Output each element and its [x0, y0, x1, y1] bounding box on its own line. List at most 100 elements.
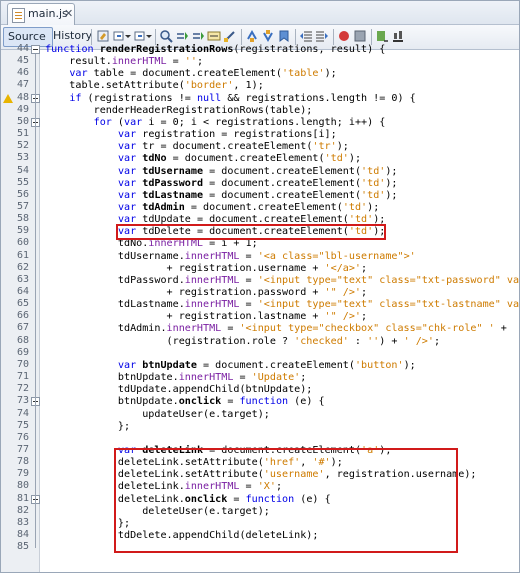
highlight-box-delete-link [114, 448, 458, 553]
fold-guide-line [35, 406, 36, 427]
editor-window: main.js ✕ Source History 44 45 46 47 48 … [0, 0, 520, 573]
line-number: 71 [16, 371, 29, 383]
line-number: 63 [16, 273, 29, 285]
code-line[interactable]: var tdUsername = document.createElement(… [45, 165, 398, 178]
code-line[interactable]: table.setAttribute('border', 1); [45, 79, 264, 92]
line-number: 74 [16, 407, 29, 419]
code-line[interactable]: var tdLastname = document.createElement(… [45, 189, 398, 202]
line-number: 56 [16, 188, 29, 200]
line-number: 52 [16, 140, 29, 152]
line-number: 80 [16, 480, 29, 492]
code-line[interactable]: tdLastname.innerHTML = '<input type="tex… [45, 298, 519, 311]
code-line[interactable]: if (registrations != null && registratio… [45, 92, 415, 105]
code-line[interactable]: function renderRegistrationRows(registra… [45, 43, 385, 56]
line-number: 47 [16, 79, 29, 91]
line-number: 45 [16, 55, 29, 67]
editor-tab-strip: main.js ✕ [1, 1, 519, 25]
line-number: 82 [16, 504, 29, 516]
line-number: 49 [16, 103, 29, 115]
code-line[interactable]: btnUpdate.innerHTML = 'Update'; [45, 371, 306, 384]
back-icon[interactable] [112, 29, 126, 43]
fold-toggle-icon[interactable] [31, 45, 40, 54]
stop-macro-recording-icon[interactable] [353, 29, 367, 43]
code-line[interactable]: updateUser(e.target); [45, 408, 270, 421]
line-number: 67 [16, 322, 29, 334]
code-line[interactable]: + registration.password + '" />'; [45, 286, 368, 299]
line-number: 85 [16, 541, 29, 553]
code-line[interactable]: var tdNo = document.createElement('td'); [45, 152, 361, 165]
line-number: 58 [16, 213, 29, 225]
shift-left-icon[interactable] [299, 29, 313, 43]
back-dropdown-icon[interactable] [125, 29, 131, 43]
code-line[interactable]: tdPassword.innerHTML = '<input type="tex… [45, 274, 519, 287]
line-number: 68 [16, 334, 29, 346]
fold-guide-line [35, 503, 36, 524]
close-tab-icon[interactable]: ✕ [64, 7, 73, 20]
line-number: 59 [16, 225, 29, 237]
line-number: 78 [16, 456, 29, 468]
code-line[interactable]: var tdAdmin = document.createElement('td… [45, 201, 379, 214]
code-line[interactable]: var registration = registrations[i]; [45, 128, 337, 141]
code-line[interactable]: var table = document.createElement('tabl… [45, 67, 336, 80]
line-number: 50 [16, 115, 29, 127]
line-number: 77 [16, 443, 29, 455]
line-number: 60 [16, 237, 29, 249]
line-number: 64 [16, 286, 29, 297]
code-line[interactable]: btnUpdate.onclick = function (e) { [45, 395, 325, 408]
line-number: 66 [16, 310, 29, 322]
line-number: 44 [16, 43, 29, 54]
code-line[interactable]: tdAdmin.innerHTML = '<input type="checkb… [45, 322, 507, 335]
find-icon[interactable] [159, 29, 173, 43]
shift-right-icon[interactable] [315, 29, 329, 43]
line-number: 61 [16, 249, 29, 261]
forward-dropdown-icon[interactable] [146, 29, 152, 43]
js-file-icon [12, 8, 25, 23]
line-number-gutter: 44 45 46 47 48 49 50 51 52 53 54 55 56 57 58 59 60 61 62 63… [1, 43, 40, 572]
next-bookmark-icon[interactable] [261, 29, 275, 43]
line-number: 53 [16, 152, 29, 164]
line-number: 81 [16, 492, 29, 504]
line-number: 70 [16, 358, 29, 370]
comment-icon[interactable] [375, 29, 389, 43]
code-line[interactable]: tdUsername.innerHTML = '<a class="lbl-us… [45, 250, 416, 263]
find-previous-icon[interactable] [175, 29, 189, 43]
line-number: 84 [16, 529, 29, 540]
line-number: 51 [16, 128, 29, 140]
start-macro-recording-icon[interactable] [337, 29, 351, 43]
line-number: 83 [16, 516, 29, 528]
line-number: 72 [16, 383, 29, 395]
code-line[interactable]: renderHeaderRegistrationRows(table); [45, 104, 313, 117]
code-line[interactable]: + registration.username + '</a>'; [45, 262, 368, 275]
line-number: 76 [16, 431, 29, 443]
code-line[interactable]: result.innerHTML = ''; [45, 55, 203, 68]
code-line[interactable]: }; [45, 420, 130, 433]
line-number: 73 [16, 395, 29, 407]
line-number: 75 [16, 419, 29, 431]
code-line[interactable]: (registration.role ? 'checked' : '') + '… [45, 335, 441, 348]
previous-bookmark-icon[interactable] [245, 29, 259, 43]
line-number: 79 [16, 468, 29, 480]
line-number: 54 [16, 164, 29, 176]
file-tab-main-js[interactable]: main.js ✕ [7, 3, 75, 25]
code-line[interactable]: tdUpdate.appendChild(btnUpdate); [45, 383, 312, 396]
line-number: 57 [16, 200, 29, 212]
uncomment-icon[interactable] [391, 29, 405, 43]
code-line[interactable]: var tr = document.createElement('tr'); [45, 140, 349, 153]
highlight-box-tddelete [116, 224, 386, 240]
find-selection-icon[interactable] [207, 29, 221, 43]
code-line[interactable]: for (var i = 0; i < registrations.length… [45, 116, 386, 129]
forward-icon[interactable] [133, 29, 147, 43]
code-line[interactable]: var tdPassword = document.createElement(… [45, 177, 398, 190]
line-number: 69 [16, 346, 29, 358]
toggle-bookmark-icon[interactable] [277, 29, 291, 43]
line-number: 55 [16, 176, 29, 188]
line-number: 46 [16, 67, 29, 79]
toggle-highlight-icon[interactable] [223, 29, 237, 43]
line-number: 65 [16, 298, 29, 310]
line-number: 62 [16, 261, 29, 273]
find-next-icon[interactable] [191, 29, 205, 43]
last-edit-icon[interactable] [96, 29, 110, 43]
code-line[interactable]: + registration.lastname + '" />'; [45, 310, 368, 323]
code-line[interactable]: var btnUpdate = document.createElement('… [45, 359, 416, 372]
warning-icon[interactable] [3, 93, 13, 103]
